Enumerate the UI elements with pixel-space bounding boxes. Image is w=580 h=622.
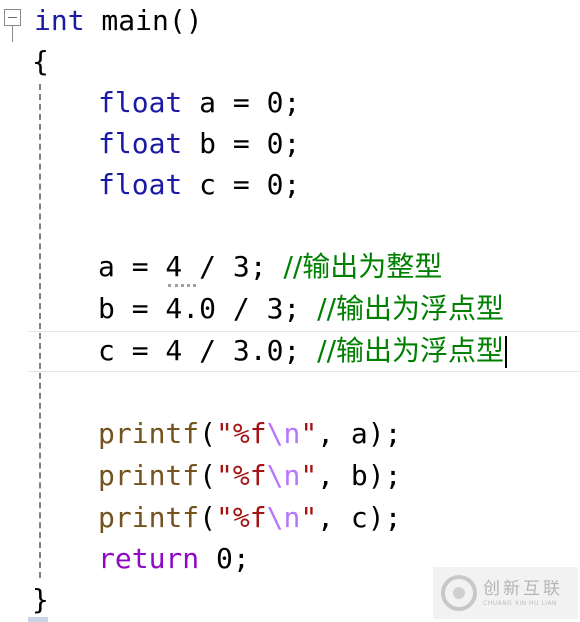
watermark-en: CHUANG XIN HU LIAN <box>483 599 558 607</box>
code-token-plain: { <box>32 45 49 78</box>
code-line[interactable]: printf("%f\n", c); <box>98 497 401 539</box>
code-token-str: " <box>300 459 318 492</box>
code-token-plain: , a); <box>317 417 402 450</box>
code-line[interactable]: float c = 0; <box>98 164 300 206</box>
code-token-plain: ( <box>199 501 217 534</box>
code-line[interactable]: b = 4.0 / 3; //输出为浮点型 <box>98 288 504 330</box>
code-token-esc: \n <box>266 501 301 534</box>
code-token-str: "%f <box>216 501 267 534</box>
code-token-plain: ( <box>199 459 217 492</box>
code-line[interactable]: c = 4 / 3.0; //输出为浮点型 <box>98 330 508 372</box>
text-caret <box>505 336 508 368</box>
logo-icon <box>441 575 477 611</box>
code-token-plain: , b); <box>317 459 402 492</box>
code-token-fn: printf <box>98 501 200 534</box>
code-token-esc: \n <box>266 459 301 492</box>
code-token-fn: printf <box>98 417 200 450</box>
code-token-plain: b = 4.0 / 3; <box>98 292 318 325</box>
code-token-plain: a = 0; <box>182 86 301 119</box>
code-token-plain: main() <box>84 4 203 37</box>
scroll-indicator <box>28 617 48 622</box>
collapse-toggle-icon[interactable] <box>4 9 21 26</box>
code-token-str: " <box>300 417 318 450</box>
code-token-type: float <box>98 168 183 201</box>
code-token-str: "%f <box>216 417 267 450</box>
code-line[interactable]: return 0; <box>98 538 250 580</box>
code-token-plain: ( <box>199 417 217 450</box>
code-token-plain: b = 0; <box>182 127 301 160</box>
code-token-cmt: //输出为浮点型 <box>317 334 505 367</box>
code-editor[interactable]: int main(){float a = 0; float b = 0; float… <box>0 0 580 622</box>
code-token-fn: printf <box>98 459 200 492</box>
code-token-cmt: //输出为整型 <box>283 250 443 283</box>
code-token-plain: , c); <box>317 501 402 534</box>
fold-guide <box>12 26 13 42</box>
code-token-type: int <box>34 4 85 37</box>
code-token-plain: c = 0; <box>182 168 301 201</box>
watermark-logo: 创新互联 CHUANG XIN HU LIAN <box>433 567 578 619</box>
code-token-type: float <box>98 86 183 119</box>
code-line[interactable]: a = 4 / 3; //输出为整型 <box>98 246 442 288</box>
code-token-plain: c = 4 / 3.0; <box>98 334 318 367</box>
code-token-plain: a = 4 / 3; <box>98 250 284 283</box>
code-token-str: " <box>300 501 318 534</box>
watermark-text: 创新互联 CHUANG XIN HU LIAN <box>483 579 563 608</box>
code-line[interactable]: printf("%f\n", b); <box>98 455 401 497</box>
code-token-ctrl: return <box>98 542 200 575</box>
code-token-plain: } <box>32 583 49 616</box>
code-token-esc: \n <box>266 417 301 450</box>
code-line[interactable]: float b = 0; <box>98 123 300 165</box>
code-token-cmt: //输出为浮点型 <box>317 292 505 325</box>
code-line[interactable]: printf("%f\n", a); <box>98 413 401 455</box>
code-line[interactable]: } <box>32 579 49 621</box>
code-token-str: "%f <box>216 459 267 492</box>
watermark-cn: 创新互联 <box>483 578 563 599</box>
code-line[interactable]: float a = 0; <box>98 82 300 124</box>
code-line[interactable]: int main() <box>34 0 203 42</box>
code-token-type: float <box>98 127 183 160</box>
code-line[interactable]: { <box>32 41 49 83</box>
code-token-plain: 0; <box>199 542 250 575</box>
